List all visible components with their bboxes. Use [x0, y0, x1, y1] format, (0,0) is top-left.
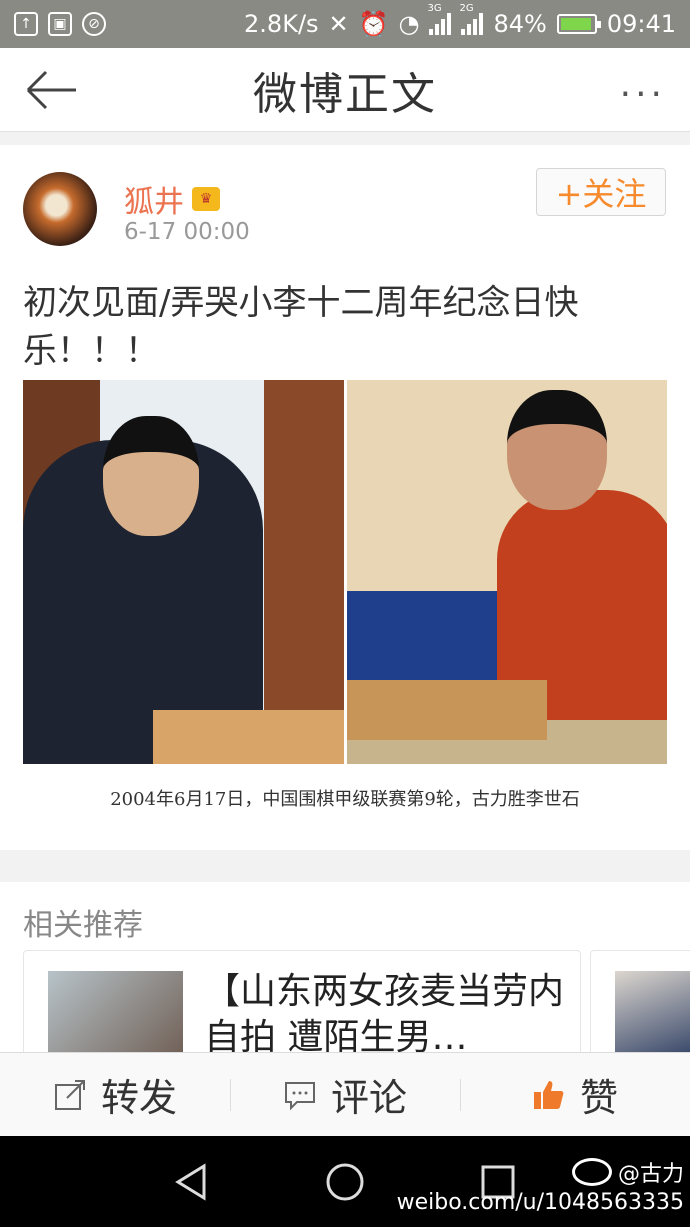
top-nav-bar: 微博正文 ··· — [0, 48, 690, 132]
post-time: 6-17 00:00 — [124, 219, 250, 245]
watermark-url: weibo.com/u/1048563335 — [396, 1190, 684, 1215]
follow-button[interactable]: +关注 — [536, 168, 666, 216]
upload-icon: ↑ — [14, 12, 38, 36]
related-card[interactable] — [590, 950, 690, 1060]
photo-left-player — [23, 380, 344, 764]
wifi-icon: ◔ — [398, 10, 420, 38]
like-button[interactable]: 赞 — [460, 1053, 690, 1136]
photo-right-player — [347, 380, 667, 764]
weibo-post: 狐井 ♛ 6-17 00:00 +关注 初次见面/弄哭小李十二周年纪念日快乐！！… — [0, 145, 690, 850]
no-sim-icon: ⊘ — [82, 12, 106, 36]
clock: 09:41 — [606, 10, 676, 38]
repost-label: 转发 — [100, 1076, 177, 1120]
back-arrow-icon[interactable] — [24, 66, 80, 114]
image-icon: ▣ — [48, 12, 72, 36]
signal-3g-icon: 3G — [427, 3, 452, 35]
username[interactable]: 狐井 — [124, 177, 184, 221]
back-triangle-icon[interactable] — [170, 1160, 214, 1204]
alarm-icon: ⏰ — [358, 10, 389, 38]
related-thumbnail — [615, 971, 690, 1059]
more-menu-icon[interactable]: ··· — [620, 74, 666, 115]
related-section: 相关推荐 【山东两女孩麦当劳内自拍 遭陌生男… — [0, 882, 690, 1060]
post-text: 初次见面/弄哭小李十二周年纪念日快乐！！！ — [23, 283, 579, 371]
weibo-logo-icon — [571, 1158, 612, 1186]
home-circle-icon[interactable] — [323, 1160, 367, 1204]
comment-button[interactable]: 评论 — [230, 1053, 460, 1136]
status-bar: ↑ ▣ ⊘ 2.8K/s ✕ ⏰ ◔ 3G 2G 84% 09:41 — [0, 0, 690, 48]
related-card-title: 【山东两女孩麦当劳内自拍 遭陌生男… — [204, 971, 565, 1058]
battery-icon — [556, 14, 601, 34]
image-caption: 2004年6月17日，中国围棋甲级联赛第9轮，古力胜李世石 — [110, 789, 580, 810]
post-author: 狐井 ♛ — [124, 177, 220, 221]
repost-icon — [54, 1079, 85, 1110]
watermark-handle: @古力 — [617, 1162, 684, 1187]
related-title: 相关推荐 — [23, 908, 143, 943]
signal-2g-icon: 2G — [459, 3, 484, 35]
repost-button[interactable]: 转发 — [0, 1053, 230, 1136]
mute-icon: ✕ — [328, 10, 349, 38]
vip-crown-icon: ♛ — [192, 187, 220, 211]
comment-label: 评论 — [330, 1076, 407, 1120]
page-title: 微博正文 — [253, 68, 437, 120]
like-label: 赞 — [579, 1076, 618, 1120]
thumbs-up-icon — [533, 1080, 564, 1109]
network-speed: 2.8K/s — [244, 10, 319, 38]
weibo-watermark: @古力 weibo.com/u/1048563335 — [397, 1156, 684, 1215]
post-image[interactable] — [23, 380, 667, 764]
comment-icon — [284, 1081, 315, 1110]
battery-percent: 84% — [493, 10, 547, 38]
post-action-bar: 转发 评论 赞 — [0, 1052, 690, 1136]
related-thumbnail — [48, 971, 183, 1059]
related-card[interactable]: 【山东两女孩麦当劳内自拍 遭陌生男… — [23, 950, 581, 1060]
avatar[interactable] — [23, 172, 97, 246]
